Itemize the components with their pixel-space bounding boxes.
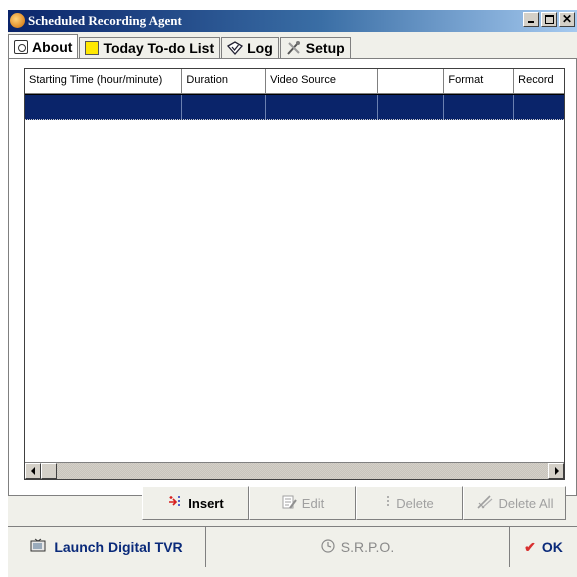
launch-label: Launch Digital TVR	[54, 539, 183, 555]
insert-icon	[167, 494, 183, 513]
check-icon: ✔	[524, 538, 536, 555]
log-check-icon	[227, 41, 244, 55]
tab-setup-label: Setup	[305, 40, 345, 56]
srpo-label: S.R.P.O.	[340, 539, 395, 555]
delete-icon	[385, 494, 391, 513]
minimize-button[interactable]	[523, 12, 539, 27]
delete-all-button[interactable]: Delete All	[463, 486, 566, 520]
close-button[interactable]: ✕	[559, 12, 575, 27]
table-cell	[182, 95, 267, 119]
delete-label: Delete	[396, 495, 434, 511]
tab-setup[interactable]: Setup	[279, 37, 351, 58]
table-cell	[266, 95, 378, 119]
delete-all-label: Delete All	[498, 495, 554, 511]
tab-today-label: Today To-do List	[103, 40, 215, 56]
ok-button[interactable]: ✔ OK	[510, 527, 577, 567]
table-cell	[25, 95, 183, 119]
column-video-source[interactable]: Video Source	[266, 69, 378, 93]
column-starting-time[interactable]: Starting Time (hour/minute)	[25, 69, 183, 93]
window-title: Scheduled Recording Agent	[28, 13, 182, 28]
eraser-icon	[476, 494, 494, 513]
column-format[interactable]: Format	[444, 69, 515, 93]
srpo-button[interactable]: S.R.P.O.	[206, 527, 510, 567]
tv-icon	[30, 538, 48, 557]
column-record[interactable]: Record	[514, 69, 564, 93]
column-duration[interactable]: Duration	[182, 69, 267, 93]
insert-button[interactable]: Insert	[142, 486, 249, 520]
table-cell	[514, 95, 564, 119]
edit-label: Edit	[301, 495, 325, 511]
delete-button[interactable]: Delete	[356, 486, 463, 520]
tab-about[interactable]: About	[8, 34, 79, 58]
column-blank[interactable]	[378, 69, 445, 93]
tab-bar: About Today To-do List Log Setup	[8, 34, 352, 58]
sticky-note-icon	[85, 41, 100, 55]
scroll-right-button[interactable]	[548, 463, 564, 479]
insert-label: Insert	[188, 495, 224, 511]
edit-button[interactable]: Edit	[249, 486, 356, 520]
ok-label: OK	[541, 539, 563, 555]
tab-log-label: Log	[247, 40, 273, 56]
scroll-left-button[interactable]	[25, 463, 41, 479]
title-bar[interactable]: Scheduled Recording Agent ✕	[8, 10, 577, 32]
horizontal-scrollbar[interactable]	[25, 462, 564, 479]
schedule-list[interactable]: Starting Time (hour/minute) Duration Vid…	[24, 68, 565, 480]
tab-log[interactable]: Log	[221, 37, 279, 58]
table-cell	[444, 95, 515, 119]
table-row[interactable]	[25, 94, 564, 120]
action-buttons: Insert Edit Delete Delete All	[142, 486, 566, 520]
list-header: Starting Time (hour/minute) Duration Vid…	[25, 69, 564, 94]
maximize-button[interactable]	[541, 12, 557, 27]
launch-digital-tvr-button[interactable]: Launch Digital TVR	[8, 527, 206, 567]
tab-today-to-do-list[interactable]: Today To-do List	[79, 37, 221, 58]
footer-bar: Launch Digital TVR S.R.P.O. ✔ OK	[8, 526, 577, 567]
alarm-clock-icon	[14, 39, 28, 54]
tab-about-label: About	[32, 38, 73, 55]
table-cell	[378, 95, 445, 119]
edit-icon	[281, 494, 297, 513]
scroll-thumb[interactable]	[41, 463, 57, 479]
tools-icon	[286, 41, 302, 55]
timer-icon	[321, 538, 335, 556]
app-icon	[10, 13, 25, 28]
